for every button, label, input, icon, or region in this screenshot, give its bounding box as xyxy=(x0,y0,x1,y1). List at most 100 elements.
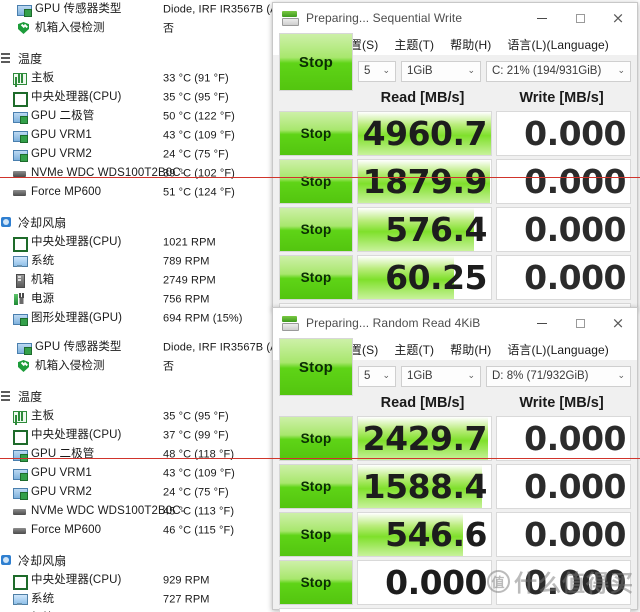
row-stop-button-3[interactable]: Stop xyxy=(279,560,353,605)
sensor-name: 机箱入侵检测 xyxy=(35,359,105,372)
sensor-value: 43 °C (109 °F) xyxy=(163,467,235,479)
sensor-row[interactable]: 系统 727 RPM xyxy=(0,590,300,609)
sensor-row[interactable]: 机箱 2749 RPM xyxy=(0,271,300,290)
sensor-label-group: Force MP600 xyxy=(0,524,101,537)
close-button[interactable]: × xyxy=(599,3,637,33)
sensor-value: 694 RPM (15%) xyxy=(163,312,243,324)
sensor-name: 系统 xyxy=(31,592,55,605)
sensor-row[interactable]: NVMe WDC WDS100T2B0C- 39 °C (102 °F) xyxy=(0,164,300,183)
test-size-select[interactable]: 1GiB ⌄ xyxy=(401,365,481,387)
window-titlebar[interactable]: Preparing... Sequential Write × xyxy=(273,3,637,33)
sensor-group-title: 冷却风扇 xyxy=(18,553,67,568)
sensor-row[interactable]: 主板 35 °C (95 °F) xyxy=(0,407,300,426)
write-value-cell-2: 0.000 xyxy=(496,207,631,252)
row-stop-button-3[interactable]: Stop xyxy=(279,255,353,300)
sensor-row[interactable]: 系统 789 RPM xyxy=(0,252,300,271)
sensor-row[interactable]: 中央处理器(CPU) 35 °C (95 °F) xyxy=(0,88,300,107)
test-count-select[interactable]: 5 ⌄ xyxy=(358,365,396,387)
sensor-group-header[interactable]: 冷却风扇 xyxy=(0,550,300,571)
read-value: 4960.7 xyxy=(362,114,488,153)
sensor-label-group: GPU 传感器类型 xyxy=(0,3,122,17)
sensor-group-header[interactable]: 温度 xyxy=(0,386,300,407)
sensor-name: Force MP600 xyxy=(31,185,102,198)
sensor-row[interactable]: GPU 传感器类型 Diode, IRF IR3567B (ATI-Diode, … xyxy=(0,0,348,19)
row-stop-button-1[interactable]: Stop xyxy=(279,159,353,204)
sensor-label-group: GPU 传感器类型 xyxy=(0,341,122,355)
gpu-icon xyxy=(13,110,28,124)
sensor-value: 789 RPM xyxy=(163,255,210,267)
sensor-group-header[interactable]: 温度 xyxy=(0,48,300,69)
status-bar xyxy=(279,608,631,612)
minimize-button[interactable] xyxy=(523,308,561,338)
sensor-row[interactable]: GPU 传感器类型 Diode, IRF IR3567B (ATI-Diode, … xyxy=(0,338,348,357)
read-value-cell-0: 4960.7 xyxy=(357,111,492,156)
sensor-row[interactable]: 机箱入侵检测 否 xyxy=(0,19,300,38)
window-titlebar[interactable]: Preparing... Random Read 4KiB × xyxy=(273,308,637,338)
chevron-down-icon: ⌄ xyxy=(467,66,475,76)
sensor-row[interactable]: Force MP600 46 °C (115 °F) xyxy=(0,521,300,540)
write-column-header: Write [MB/s] xyxy=(519,395,604,411)
menu-item-4[interactable]: 语言(L)(Language) xyxy=(507,36,609,53)
sensor-row[interactable]: GPU 二极管 48 °C (118 °F) xyxy=(0,445,300,464)
sensor-label-group: GPU 二极管 xyxy=(0,448,94,462)
read-value: 1588.4 xyxy=(362,467,488,506)
test-size-select[interactable]: 1GiB ⌄ xyxy=(401,60,481,82)
sensor-row[interactable]: NVMe WDC WDS100T2B0C- 45 °C (113 °F) xyxy=(0,502,300,521)
close-button[interactable]: × xyxy=(599,308,637,338)
target-drive-select[interactable]: C: 21% (194/931GiB) ⌄ xyxy=(486,60,631,82)
target-drive-select-value: D: 8% (71/932GiB) xyxy=(492,370,589,382)
maximize-button[interactable] xyxy=(561,3,599,33)
sensor-name: NVMe WDC WDS100T2B0C- xyxy=(31,504,185,517)
cpu-icon xyxy=(13,574,28,590)
minimize-button[interactable] xyxy=(523,3,561,33)
maximize-button[interactable] xyxy=(561,308,599,338)
menu-item-3[interactable]: 帮助(H) xyxy=(450,36,491,53)
sensor-row[interactable]: 中央处理器(CPU) 1021 RPM xyxy=(0,233,300,252)
sensor-row[interactable]: 机箱入侵检测 否 xyxy=(0,357,300,376)
menu-item-2[interactable]: 主题(T) xyxy=(394,341,434,358)
shield-icon xyxy=(17,360,31,373)
menu-item-4[interactable]: 语言(L)(Language) xyxy=(507,341,609,358)
window-title: Preparing... Sequential Write xyxy=(306,11,463,25)
sensor-row[interactable]: 主板 33 °C (91 °F) xyxy=(0,69,300,88)
sensor-row[interactable]: GPU VRM2 24 °C (75 °F) xyxy=(0,483,300,502)
sensor-row[interactable]: Force MP600 51 °C (124 °F) xyxy=(0,183,300,202)
fan-icon xyxy=(0,216,14,229)
sensor-name: GPU VRM2 xyxy=(31,147,92,160)
sensor-row[interactable]: GPU 二极管 50 °C (122 °F) xyxy=(0,107,300,126)
sensor-row[interactable]: GPU VRM1 43 °C (109 °F) xyxy=(0,126,300,145)
row-stop-button-2[interactable]: Stop xyxy=(279,207,353,252)
minimize-icon xyxy=(537,322,547,324)
sensor-row[interactable]: 中央处理器(CPU) 37 °C (99 °F) xyxy=(0,426,300,445)
test-count-select[interactable]: 5 ⌄ xyxy=(358,60,396,82)
motherboard-icon xyxy=(13,410,27,423)
row-stop-button-2[interactable]: Stop xyxy=(279,512,353,557)
sensor-row[interactable]: 电源 756 RPM xyxy=(0,290,300,309)
drive-icon xyxy=(13,524,27,537)
target-drive-select[interactable]: D: 8% (71/932GiB) ⌄ xyxy=(486,365,631,387)
sensor-label-group: 中央处理器(CPU) xyxy=(0,91,121,107)
sensor-row[interactable]: GPU VRM1 43 °C (109 °F) xyxy=(0,464,300,483)
menu-item-2[interactable]: 主题(T) xyxy=(394,36,434,53)
sensor-row[interactable]: 图形处理器(GPU) 694 RPM (15%) xyxy=(0,309,300,328)
sensor-name: 机箱 xyxy=(31,273,55,286)
row-stop-button-1[interactable]: Stop xyxy=(279,464,353,509)
row-stop-button-0[interactable]: Stop xyxy=(279,111,353,156)
sensor-row[interactable]: GPU VRM2 24 °C (75 °F) xyxy=(0,145,300,164)
main-stop-button[interactable]: Stop xyxy=(279,33,353,91)
main-stop-button[interactable]: Stop xyxy=(279,338,353,396)
read-value: 546.6 xyxy=(385,515,487,554)
sensor-value: 51 °C (124 °F) xyxy=(163,186,235,198)
sensor-group-header[interactable]: 冷却风扇 xyxy=(0,212,300,233)
sensor-label-group: 机箱入侵检测 xyxy=(0,360,105,373)
row-stop-button-0[interactable]: Stop xyxy=(279,416,353,461)
write-value: 0.000 xyxy=(524,258,626,297)
drive-icon xyxy=(13,186,27,199)
sensor-row[interactable]: 中央处理器(CPU) 929 RPM xyxy=(0,571,300,590)
drive-icon xyxy=(13,167,27,180)
menu-item-3[interactable]: 帮助(H) xyxy=(450,341,491,358)
write-column-header: Write [MB/s] xyxy=(519,90,604,106)
cpu-icon xyxy=(13,429,28,445)
write-value-cell-0: 0.000 xyxy=(496,111,631,156)
